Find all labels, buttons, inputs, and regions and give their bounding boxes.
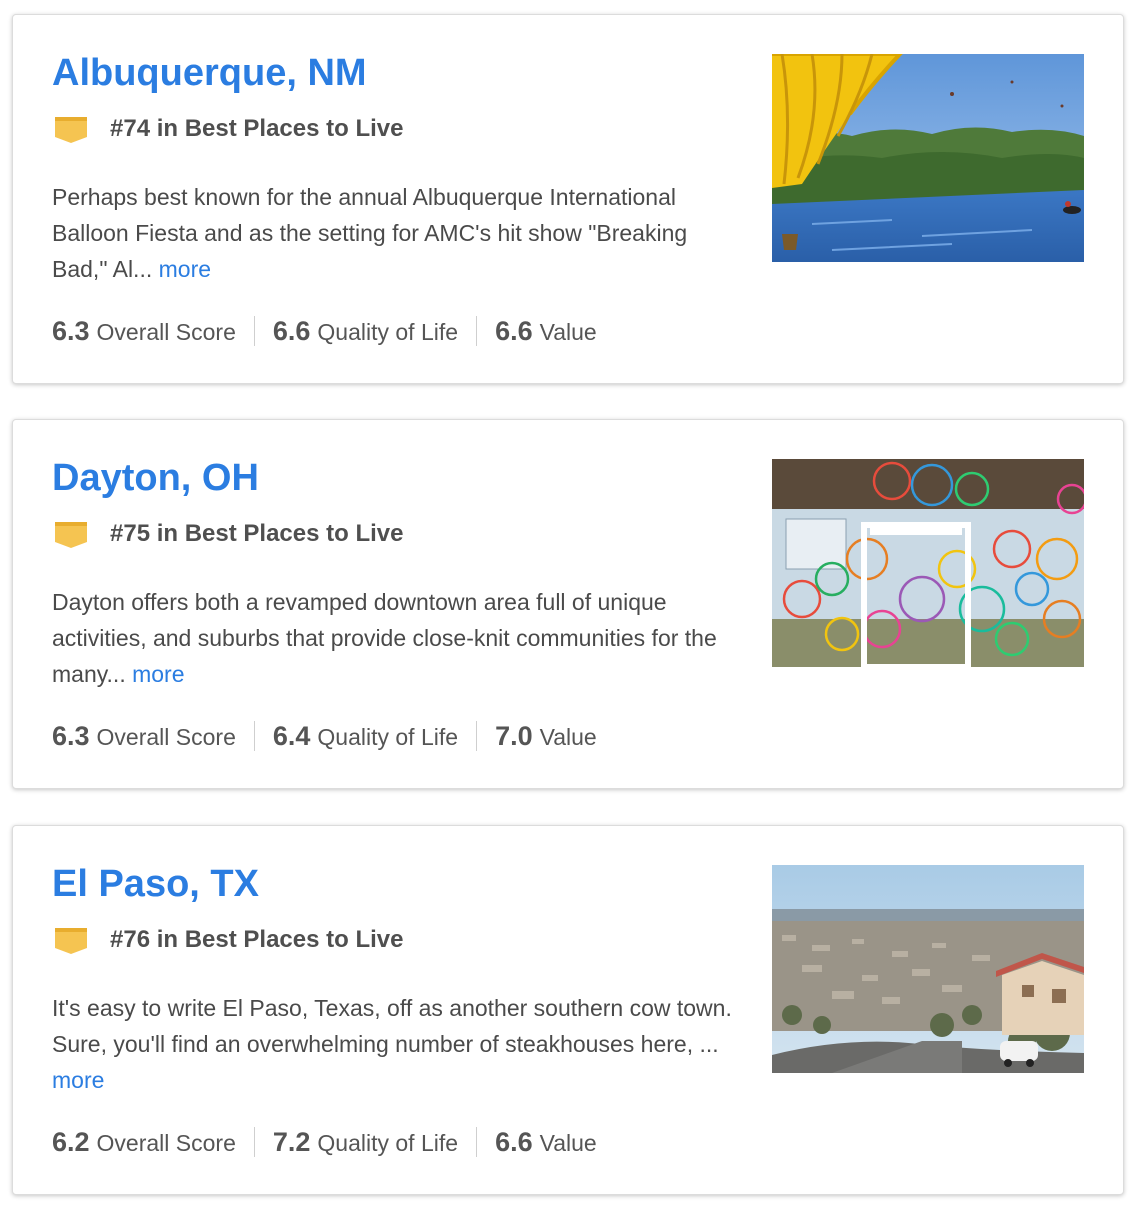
divider <box>253 721 255 751</box>
score-value: 7.2 <box>272 1126 311 1157</box>
rank-badge-icon <box>53 519 89 549</box>
score-label: Overall Score <box>96 1129 236 1156</box>
score-label: Overall Score <box>96 318 236 345</box>
divider <box>476 1127 478 1157</box>
more-link[interactable]: more <box>132 661 184 687</box>
city-card-albuquerque: Albuquerque, NM #74 in Best Places to Li… <box>12 14 1124 384</box>
rank-text: #76 in Best Places to Live <box>110 926 404 953</box>
rank-text: #74 in Best Places to Live <box>110 115 404 142</box>
city-description: Perhaps best known for the annual Albuqu… <box>52 179 742 287</box>
quality-of-life-score: 7.2 Quality of Life <box>273 1127 458 1158</box>
city-card-el-paso: El Paso, TX #76 in Best Places to Live I… <box>12 825 1124 1195</box>
scores-row: 6.3 Overall Score 6.4 Quality of Life 7.… <box>52 717 597 755</box>
score-label: Quality of Life <box>317 1129 459 1156</box>
score-label: Value <box>539 318 597 345</box>
score-label: Overall Score <box>96 723 236 750</box>
more-link[interactable]: more <box>52 1067 104 1093</box>
city-photo-bicycle-wheels[interactable] <box>772 459 1084 667</box>
rank-row: #75 in Best Places to Live <box>53 518 403 550</box>
score-value: 6.3 <box>52 315 90 346</box>
city-description: Dayton offers both a revamped downtown a… <box>52 584 742 692</box>
score-label: Quality of Life <box>317 318 459 345</box>
overall-score: 6.2 Overall Score <box>52 1127 236 1158</box>
quality-of-life-score: 6.6 Quality of Life <box>273 316 458 347</box>
score-value: 6.4 <box>272 720 311 751</box>
rank-badge-icon <box>53 114 89 144</box>
description-text: It's easy to write El Paso, Texas, off a… <box>52 995 732 1057</box>
divider <box>253 1127 255 1157</box>
rank-text: #75 in Best Places to Live <box>110 520 404 547</box>
scores-row: 6.2 Overall Score 7.2 Quality of Life 6.… <box>52 1123 597 1161</box>
score-value: 6.6 <box>495 315 533 346</box>
overall-score: 6.3 Overall Score <box>52 316 236 347</box>
city-name-link[interactable]: El Paso, TX <box>52 860 259 908</box>
value-score: 6.6 Value <box>495 316 597 347</box>
score-value: 6.6 <box>272 315 311 346</box>
value-score: 7.0 Value <box>495 721 597 752</box>
best-places-list: Albuquerque, NM #74 in Best Places to Li… <box>0 0 1138 1208</box>
rank-badge-icon <box>53 925 89 955</box>
rank-row: #76 in Best Places to Live <box>53 924 403 956</box>
city-description: It's easy to write El Paso, Texas, off a… <box>52 990 742 1098</box>
rank-row: #74 in Best Places to Live <box>53 113 403 145</box>
description-text: Perhaps best known for the annual Albuqu… <box>52 184 688 282</box>
score-label: Quality of Life <box>317 723 459 750</box>
score-label: Value <box>539 723 597 750</box>
city-photo-balloon-river[interactable] <box>772 54 1084 262</box>
value-score: 6.6 Value <box>495 1127 597 1158</box>
score-value: 7.0 <box>495 720 533 751</box>
overall-score: 6.3 Overall Score <box>52 721 236 752</box>
divider <box>476 316 478 346</box>
scores-row: 6.3 Overall Score 6.6 Quality of Life 6.… <box>52 312 597 350</box>
city-name-link[interactable]: Dayton, OH <box>52 454 259 502</box>
quality-of-life-score: 6.4 Quality of Life <box>273 721 458 752</box>
divider <box>476 721 478 751</box>
score-value: 6.3 <box>52 720 90 751</box>
score-value: 6.6 <box>495 1126 533 1157</box>
score-value: 6.2 <box>52 1126 90 1157</box>
city-photo-cityscape[interactable] <box>772 865 1084 1073</box>
divider <box>253 316 255 346</box>
more-link[interactable]: more <box>159 256 211 282</box>
city-card-dayton: Dayton, OH #75 in Best Places to Live Da… <box>12 419 1124 789</box>
city-name-link[interactable]: Albuquerque, NM <box>52 49 367 97</box>
score-label: Value <box>539 1129 597 1156</box>
